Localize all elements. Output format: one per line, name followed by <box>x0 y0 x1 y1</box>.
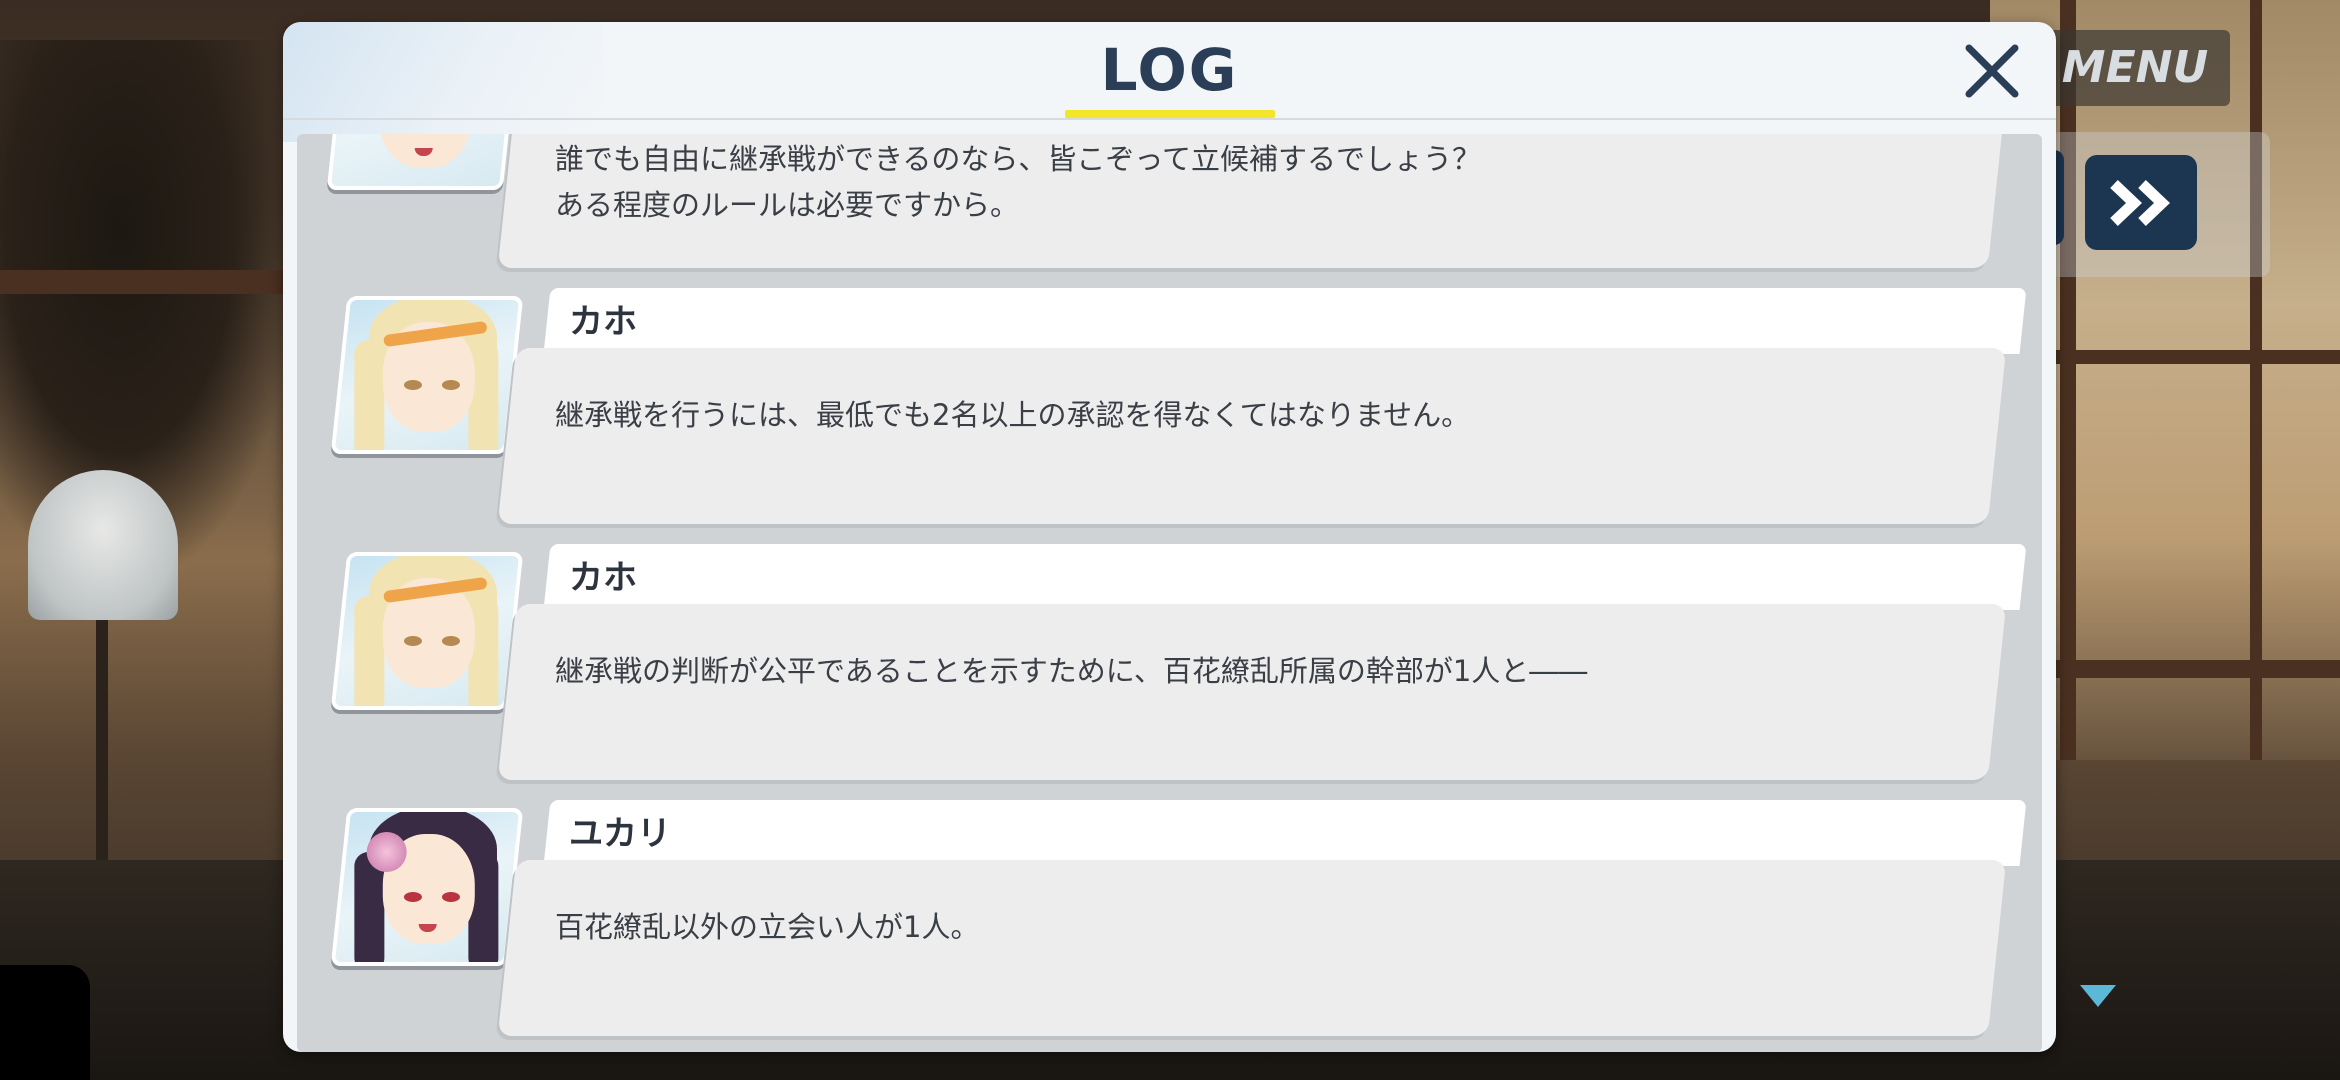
speaker-name-tab <box>543 544 2027 610</box>
menu-button[interactable]: MENU <box>2040 30 2230 106</box>
avatar-hair <box>354 340 385 454</box>
skip-button[interactable] <box>2085 155 2197 250</box>
log-entry: 誰でも自由に継承戦ができるのなら、皆こぞって立候補するでしょう？ ある程度のルー… <box>297 134 2042 288</box>
avatar-eye <box>441 636 460 646</box>
background-beam <box>0 270 290 294</box>
log-entry: ユカリ 百花繚乱以外の立会い人が1人。 <box>297 800 2042 1052</box>
log-title-underline <box>1065 110 1275 118</box>
avatar-eye <box>441 892 460 902</box>
log-title: LOG <box>1100 36 1239 104</box>
dialogue-text: 継承戦を行うには、最低でも2名以上の承認を得なくてはなりません。 <box>555 398 1471 432</box>
dialogue-text: 誰でも自由に継承戦ができるのなら、皆こぞって立候補するでしょう？ ある程度のルー… <box>555 142 1481 222</box>
log-list[interactable]: 誰でも自由に継承戦ができるのなら、皆こぞって立候補するでしょう？ ある程度のルー… <box>297 134 2042 1052</box>
avatar-eye <box>441 380 460 390</box>
background-window-frame <box>2250 0 2262 760</box>
log-header: LOG <box>283 22 2056 120</box>
background-lamp <box>28 470 178 620</box>
speaker-name: ユカリ <box>569 814 671 854</box>
background-window-frame <box>2060 0 2076 760</box>
speaker-name-tab <box>543 288 2027 354</box>
next-indicator-icon <box>2080 985 2116 1007</box>
close-button[interactable] <box>1959 38 2025 104</box>
log-entry: カホ 継承戦の判断が公平であることを示すために、百花繚乱所属の幹部が1人と―― <box>297 544 2042 800</box>
device-corner <box>0 965 90 1080</box>
avatar-eye <box>403 636 422 646</box>
speaker-name: カホ <box>569 302 637 342</box>
log-entry: カホ 継承戦を行うには、最低でも2名以上の承認を得なくてはなりません。 <box>297 288 2042 544</box>
dialogue-text: 百花繚乱以外の立会い人が1人。 <box>555 910 980 944</box>
avatar-hair-flower <box>366 832 407 872</box>
speaker-avatar <box>326 134 520 190</box>
speaker-name-tab <box>543 800 2027 866</box>
log-panel: LOG 誰でも自由に継承戦ができるのなら、皆こぞって立候補するでしょう？ ある程… <box>283 22 2056 1052</box>
speaker-avatar <box>330 296 524 454</box>
avatar-eye <box>403 380 422 390</box>
speaker-avatar <box>330 552 524 710</box>
close-icon <box>1965 44 2019 98</box>
speaker-avatar <box>330 808 524 966</box>
speaker-name: カホ <box>569 558 637 598</box>
dialogue-text: 継承戦の判断が公平であることを示すために、百花繚乱所属の幹部が1人と―― <box>555 654 1588 688</box>
fast-forward-icon <box>2110 179 2170 226</box>
avatar-hair <box>354 596 385 710</box>
avatar-eye <box>403 892 422 902</box>
